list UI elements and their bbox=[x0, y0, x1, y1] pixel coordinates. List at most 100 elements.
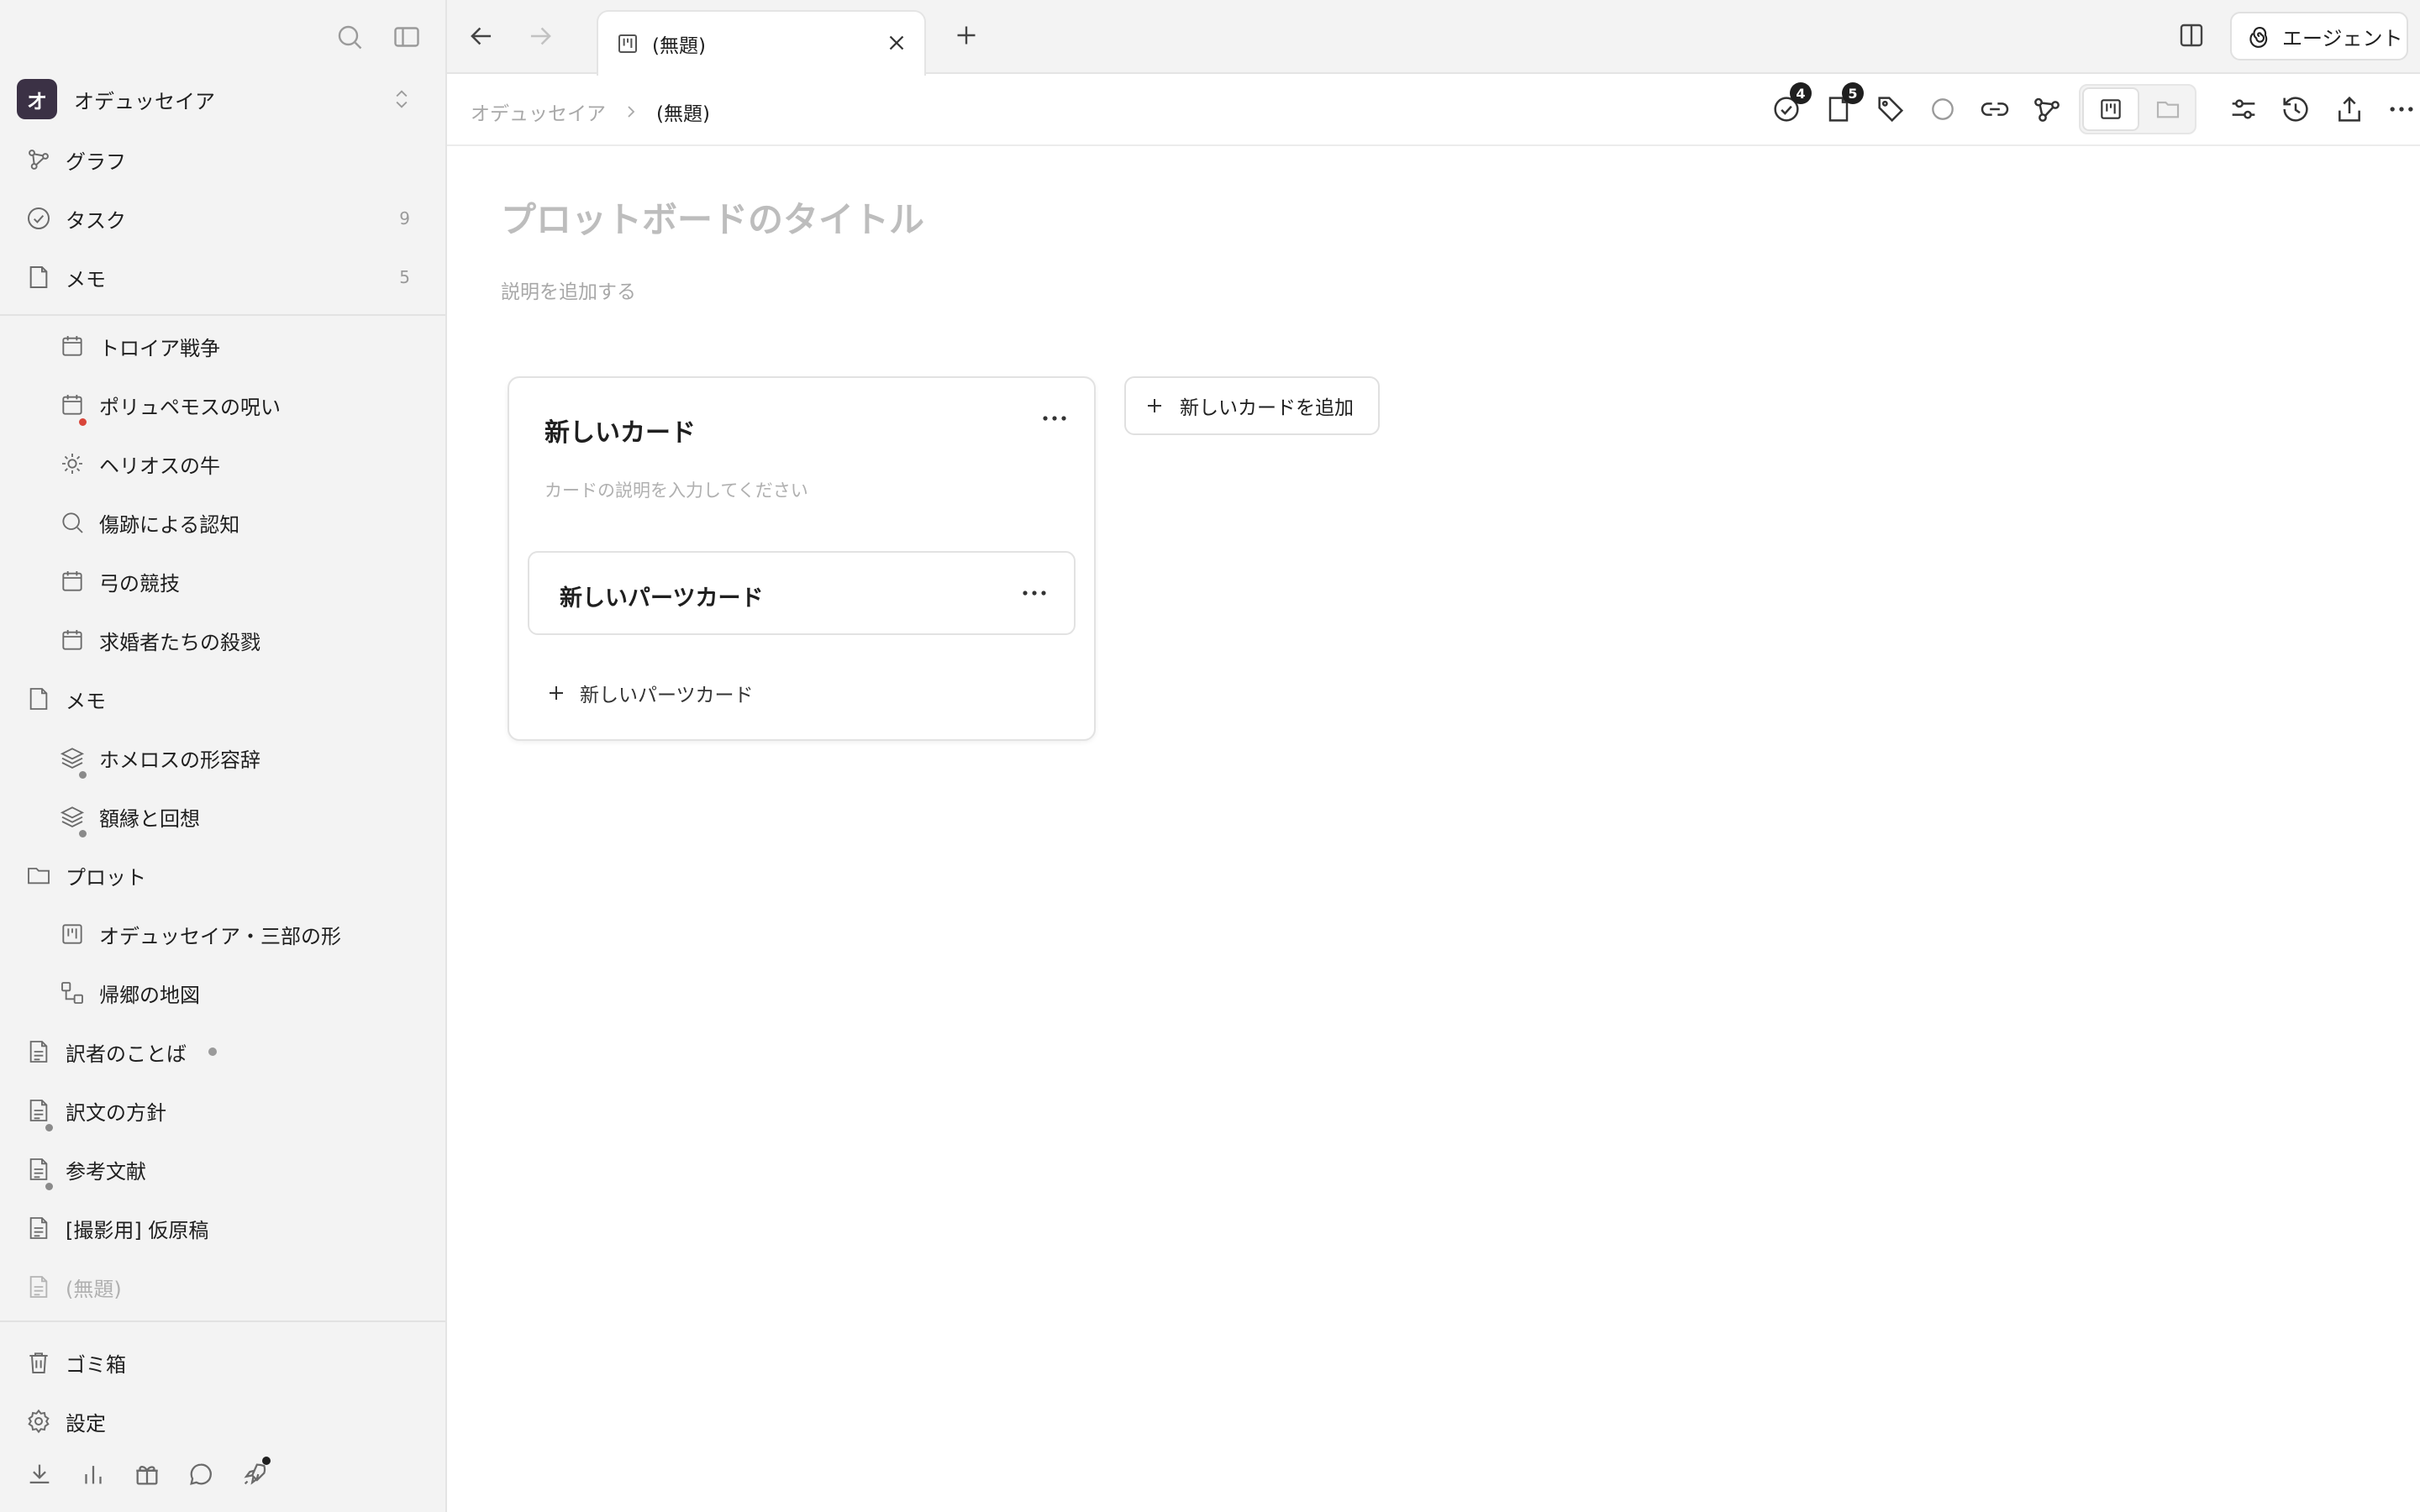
calendar-icon bbox=[59, 568, 86, 595]
tree-item[interactable]: 訳文の方針 bbox=[25, 1085, 420, 1136]
tree-item-notes-folder[interactable]: メモ bbox=[25, 674, 420, 724]
tree-item-plot-folder[interactable]: プロット bbox=[25, 850, 420, 900]
tree-item[interactable]: 訳者のことば bbox=[25, 1026, 420, 1077]
board-card[interactable]: 新しいカード カードの説明を入力してください 新しいパーツカード 新しいパーツカ… bbox=[508, 376, 1096, 741]
download-icon[interactable] bbox=[25, 1460, 54, 1488]
view-toggle bbox=[2079, 84, 2196, 134]
sidebar-item-label: ゴミ箱 bbox=[66, 1352, 126, 1377]
calendar-icon bbox=[59, 333, 86, 360]
sidebar-item-graph[interactable]: グラフ bbox=[25, 134, 420, 185]
card-more-icon[interactable] bbox=[1040, 410, 1069, 427]
tree-item[interactable]: ポリュペモスの呪い bbox=[59, 380, 420, 430]
tree-item[interactable]: オデュッセイア・三部の形 bbox=[59, 909, 420, 959]
linked-tasks-button[interactable]: 4 bbox=[1770, 82, 1812, 126]
workspace-switcher[interactable]: オ オデュッセイア bbox=[17, 79, 420, 119]
agent-spiral-icon bbox=[2247, 24, 2272, 49]
tree-item[interactable]: [撮影用] 仮原稿 bbox=[25, 1203, 420, 1253]
sliders-icon[interactable] bbox=[2227, 92, 2260, 126]
tree-item[interactable]: 弓の競技 bbox=[59, 556, 420, 606]
tab-untitled[interactable]: (無題) bbox=[597, 10, 926, 76]
rocket-icon[interactable] bbox=[240, 1457, 271, 1488]
tree-item-label: 訳者のことば bbox=[66, 1042, 187, 1066]
tree-item[interactable]: ホメロスの形容辞 bbox=[59, 732, 420, 783]
sidebar-item-label: グラフ bbox=[66, 150, 126, 174]
board-title-input[interactable]: プロットボードのタイトル bbox=[501, 192, 924, 243]
link-icon[interactable] bbox=[1978, 92, 2012, 126]
tree-item-label: 額縁と回想 bbox=[99, 806, 200, 831]
task-count: 9 bbox=[399, 208, 410, 228]
tree-item[interactable]: ヘリオスの牛 bbox=[59, 438, 420, 489]
layers-icon bbox=[59, 803, 87, 837]
graph-icon[interactable] bbox=[2030, 92, 2064, 126]
close-icon[interactable] bbox=[884, 30, 909, 55]
add-card-button[interactable]: 新しいカードを追加 bbox=[1124, 376, 1380, 435]
workspace-name: オデュッセイア bbox=[74, 89, 215, 113]
tree-item-label: (無題) bbox=[66, 1277, 122, 1301]
part-card-more-icon[interactable] bbox=[1020, 585, 1049, 601]
tree-item-label: ヘリオスの牛 bbox=[99, 454, 220, 478]
sidebar-item-tasks[interactable]: タスク 9 bbox=[25, 193, 420, 244]
folder-view-button[interactable] bbox=[2141, 87, 2195, 131]
add-part-card-label: 新しいパーツカード bbox=[580, 685, 754, 706]
tree-item[interactable]: 傷跡による認知 bbox=[59, 497, 420, 548]
tree-item-label: トロイア戦争 bbox=[99, 336, 220, 360]
document-icon bbox=[25, 1038, 52, 1065]
chevron-up-down-icon bbox=[390, 84, 413, 114]
gift-icon[interactable] bbox=[133, 1460, 161, 1488]
status-circle-icon[interactable] bbox=[1926, 92, 1960, 126]
note-icon bbox=[25, 685, 52, 712]
document-icon bbox=[25, 1215, 52, 1242]
part-card-title[interactable]: 新しいパーツカード bbox=[560, 580, 763, 612]
sidebar-toggle-icon[interactable] bbox=[392, 22, 422, 52]
forward-arrow-icon[interactable] bbox=[524, 20, 556, 52]
tree-item[interactable]: トロイア戦争 bbox=[59, 321, 420, 371]
board-icon bbox=[59, 921, 86, 948]
sidebar-bottom-actions bbox=[25, 1457, 271, 1488]
status-dot bbox=[79, 771, 87, 779]
board-view-button[interactable] bbox=[2082, 87, 2139, 131]
status-dot bbox=[45, 1183, 53, 1190]
chat-icon[interactable] bbox=[187, 1460, 215, 1488]
sidebar-item-notes[interactable]: メモ 5 bbox=[25, 252, 420, 302]
card-title[interactable]: 新しいカード bbox=[544, 412, 696, 449]
tag-icon[interactable] bbox=[1874, 92, 1907, 126]
document-icon bbox=[25, 1273, 52, 1300]
plus-icon bbox=[546, 683, 566, 703]
new-tab-button[interactable] bbox=[951, 20, 981, 50]
unsaved-indicator bbox=[208, 1047, 217, 1056]
breadcrumb-root[interactable]: オデュッセイア bbox=[471, 97, 606, 126]
sun-icon bbox=[59, 450, 86, 477]
stats-icon[interactable] bbox=[79, 1460, 108, 1488]
document-icon bbox=[25, 1156, 53, 1190]
notes-count-badge: 5 bbox=[1842, 82, 1864, 104]
board-icon bbox=[615, 31, 640, 56]
chevron-right-icon bbox=[621, 102, 641, 122]
linked-notes-button[interactable]: 5 bbox=[1822, 82, 1864, 126]
tree-item[interactable]: 参考文献 bbox=[25, 1144, 420, 1194]
more-icon[interactable] bbox=[2385, 92, 2418, 126]
main-area: (無題) エージェント オデュッセイア (無題) 4 5 プロットボードのタイト… bbox=[445, 0, 2420, 1512]
tree-item[interactable]: 帰郷の地図 bbox=[59, 968, 420, 1018]
document-icon bbox=[25, 1097, 53, 1131]
graph-icon bbox=[25, 146, 52, 173]
tree-item-untitled[interactable]: (無題) bbox=[25, 1262, 420, 1312]
search-icon[interactable] bbox=[334, 22, 365, 52]
agent-button[interactable]: エージェント bbox=[2230, 12, 2408, 60]
part-card[interactable]: 新しいパーツカード bbox=[528, 551, 1076, 635]
tree-item-label: プロット bbox=[66, 865, 146, 890]
back-arrow-icon[interactable] bbox=[466, 20, 497, 52]
sidebar-item-trash[interactable]: ゴミ箱 bbox=[25, 1337, 420, 1388]
tab-bar: (無題) エージェント bbox=[447, 0, 2420, 76]
split-view-icon[interactable] bbox=[2176, 20, 2207, 50]
sidebar-item-settings[interactable]: 設定 bbox=[25, 1396, 420, 1446]
calendar-icon bbox=[59, 391, 87, 426]
card-description-input[interactable]: カードの説明を入力してください bbox=[544, 477, 808, 502]
history-icon[interactable] bbox=[2279, 92, 2312, 126]
gear-icon bbox=[25, 1408, 52, 1435]
tree-item[interactable]: 求婚者たちの殺戮 bbox=[59, 615, 420, 665]
tree-item[interactable]: 額縁と回想 bbox=[59, 791, 420, 842]
add-part-card-button[interactable]: 新しいパーツカード bbox=[546, 679, 754, 707]
board-description-input[interactable]: 説明を追加する bbox=[501, 276, 636, 304]
share-icon[interactable] bbox=[2333, 92, 2366, 126]
plus-icon bbox=[1144, 396, 1165, 416]
